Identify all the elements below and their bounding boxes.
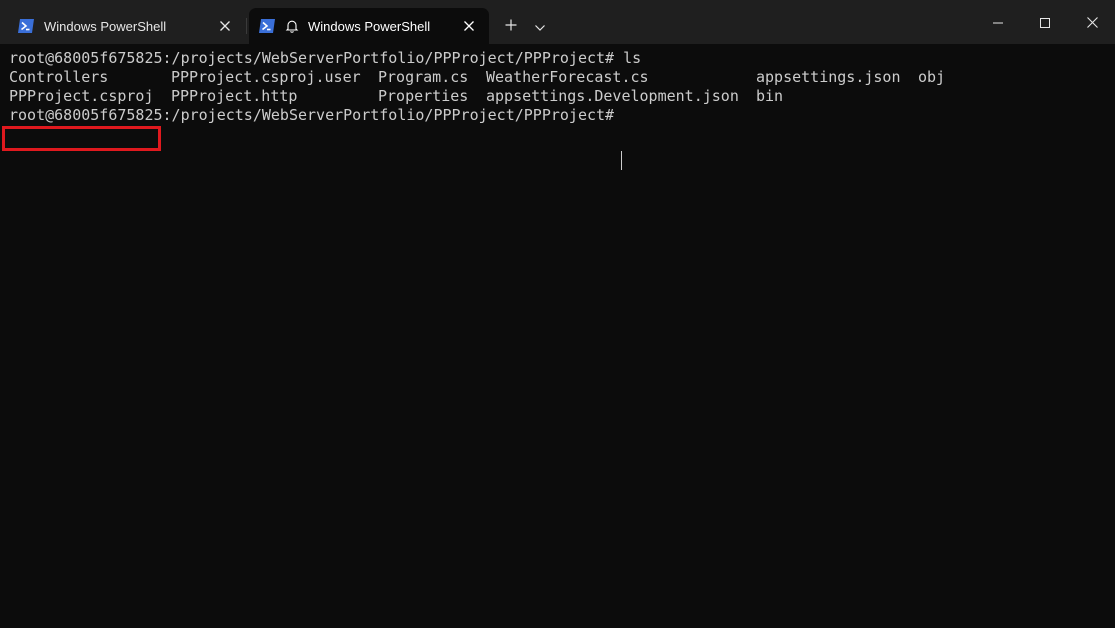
terminal-output[interactable]: root@68005f675825:/projects/WebServerPor… bbox=[0, 44, 1115, 628]
tab-title: Windows PowerShell bbox=[44, 18, 167, 34]
file-entry: WeatherForecast.cs bbox=[486, 68, 649, 86]
ls-output-row-2: PPProject.csproj PPProject.http Properti… bbox=[9, 87, 783, 106]
file-entry: PPProject.http bbox=[171, 87, 298, 105]
powershell-icon bbox=[259, 19, 275, 33]
title-bar: Windows PowerShell Windows PowerShell bbox=[0, 0, 1115, 44]
maximize-button[interactable] bbox=[1022, 0, 1068, 44]
tab-title: Windows PowerShell bbox=[308, 18, 431, 34]
text-cursor bbox=[621, 151, 622, 170]
file-entry: obj bbox=[918, 68, 946, 86]
close-tab-icon[interactable] bbox=[211, 12, 239, 40]
file-entry: appsettings.Development.json bbox=[486, 87, 739, 105]
close-icon bbox=[1086, 13, 1098, 32]
terminal-window: Windows PowerShell Windows PowerShell ro… bbox=[0, 0, 1115, 628]
file-entry: appsettings.json bbox=[756, 68, 901, 86]
chevron-down-icon bbox=[535, 16, 545, 35]
plus-icon bbox=[505, 16, 517, 35]
ls-output-row-1: Controllers PPProject.csproj.user Progra… bbox=[9, 68, 945, 87]
bell-icon bbox=[285, 19, 299, 33]
tab-powershell-2[interactable]: Windows PowerShell bbox=[249, 8, 489, 44]
tab-dropdown-button[interactable] bbox=[528, 12, 552, 38]
file-entry: PPProject.csproj.user bbox=[171, 68, 361, 86]
maximize-icon bbox=[1040, 13, 1050, 32]
minimize-icon bbox=[993, 13, 1003, 32]
powershell-icon bbox=[18, 19, 34, 33]
file-entry: bin bbox=[756, 87, 784, 105]
file-entry: Properties bbox=[378, 87, 469, 105]
file-entry: Program.cs bbox=[378, 68, 469, 86]
new-tab-button[interactable] bbox=[498, 12, 524, 38]
highlight-box bbox=[2, 126, 161, 151]
close-tab-icon[interactable] bbox=[455, 12, 483, 40]
prompt-line: root@68005f675825:/projects/WebServerPor… bbox=[9, 49, 642, 67]
file-entry: PPProject.csproj bbox=[9, 87, 154, 105]
tab-powershell-1[interactable]: Windows PowerShell bbox=[8, 8, 245, 44]
minimize-button[interactable] bbox=[975, 0, 1021, 44]
close-window-button[interactable] bbox=[1069, 0, 1115, 44]
file-entry: Controllers bbox=[9, 68, 109, 86]
tab-divider bbox=[246, 18, 247, 34]
current-prompt: root@68005f675825:/projects/WebServerPor… bbox=[9, 106, 615, 124]
